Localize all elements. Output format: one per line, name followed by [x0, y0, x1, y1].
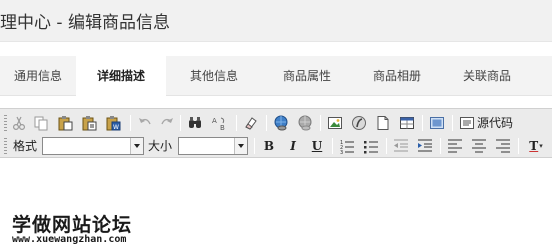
unlink-icon[interactable] [296, 114, 314, 132]
paste-text-icon[interactable] [80, 114, 98, 132]
site-watermark: 学做网站论坛 www.xuewangzhan.com [8, 210, 158, 246]
bold-button[interactable]: B [260, 137, 278, 155]
blank-page-icon[interactable] [374, 114, 392, 132]
ordered-list-icon[interactable]: 123 [338, 137, 356, 155]
underline-icon: U [311, 139, 323, 153]
svg-text:W: W [113, 124, 119, 131]
toolbar-grip [4, 115, 7, 131]
align-center-icon[interactable] [470, 137, 488, 155]
copy-icon[interactable] [32, 114, 50, 132]
tab-detail-description[interactable]: 详细描述 [76, 56, 166, 97]
tab-product-attributes[interactable]: 商品属性 [262, 56, 352, 96]
find-icon[interactable] [186, 114, 204, 132]
chevron-down-icon[interactable] [234, 138, 247, 154]
toolbar-row-2: 格式 大小 B I U 123 T ▾ [0, 135, 552, 157]
italic-button[interactable]: I [284, 137, 302, 155]
tab-bar: 通用信息 详细描述 其他信息 商品属性 商品相册 关联商品 [0, 56, 552, 97]
title-bar: 理中心 - 编辑商品信息 [0, 0, 552, 42]
toolbar-separator [332, 138, 333, 154]
toolbar-separator [452, 115, 453, 131]
select-all-icon[interactable] [428, 114, 446, 132]
cut-icon[interactable] [10, 114, 28, 132]
image-icon[interactable] [326, 114, 344, 132]
indent-icon[interactable] [416, 137, 434, 155]
format-select[interactable] [42, 137, 144, 155]
text-color-button[interactable]: T ▾ [524, 137, 548, 155]
redo-icon[interactable] [158, 114, 176, 132]
link-icon[interactable] [272, 114, 290, 132]
tab-general-info[interactable]: 通用信息 [0, 56, 76, 96]
toolbar-grip [4, 138, 7, 154]
toolbar-separator [254, 138, 255, 154]
svg-text:B: B [220, 124, 225, 131]
replace-icon[interactable]: AB [210, 114, 228, 132]
size-select[interactable] [178, 137, 248, 155]
chevron-down-icon: ▾ [539, 142, 543, 150]
text-color-icon: T [529, 139, 539, 153]
editor-toolbar: W AB 源代码 格式 大小 B I U 1 2 3 T ▾ [0, 108, 552, 158]
svg-text:3: 3 [340, 150, 343, 154]
flash-icon[interactable] [350, 114, 368, 132]
format-label: 格式 [13, 139, 38, 153]
toolbar-separator [130, 115, 131, 131]
unordered-list-icon[interactable] [362, 137, 380, 155]
watermark-url: www.xuewangzhan.com [12, 234, 127, 245]
watermark-text: 学做网站论坛 [12, 214, 133, 236]
table-icon[interactable] [398, 114, 416, 132]
toolbar-separator [422, 115, 423, 131]
toolbar-separator [320, 115, 321, 131]
toolbar-separator [518, 138, 519, 154]
chevron-down-icon[interactable] [130, 138, 143, 154]
tab-related-products[interactable]: 关联商品 [442, 56, 532, 96]
align-right-icon[interactable] [494, 137, 512, 155]
toolbar-separator [180, 115, 181, 131]
size-label: 大小 [148, 139, 173, 153]
source-icon[interactable] [458, 114, 476, 132]
undo-icon[interactable] [136, 114, 154, 132]
bold-icon: B [263, 139, 275, 153]
toolbar-separator [440, 138, 441, 154]
source-label[interactable]: 源代码 [477, 115, 513, 131]
align-left-icon[interactable] [446, 137, 464, 155]
underline-button[interactable]: U [308, 137, 326, 155]
remove-format-icon[interactable] [242, 114, 260, 132]
toolbar-separator [386, 138, 387, 154]
italic-icon: I [290, 139, 296, 153]
page-title: 理中心 - 编辑商品信息 [0, 13, 170, 33]
svg-text:A: A [212, 117, 217, 125]
toolbar-row-1: W AB 源代码 [0, 112, 552, 134]
toolbar-separator [236, 115, 237, 131]
tab-product-gallery[interactable]: 商品相册 [352, 56, 442, 96]
paste-word-icon[interactable]: W [104, 114, 122, 132]
outdent-icon[interactable] [392, 137, 410, 155]
tab-other-info[interactable]: 其他信息 [166, 56, 262, 96]
toolbar-separator [266, 115, 267, 131]
paste-icon[interactable] [56, 114, 74, 132]
